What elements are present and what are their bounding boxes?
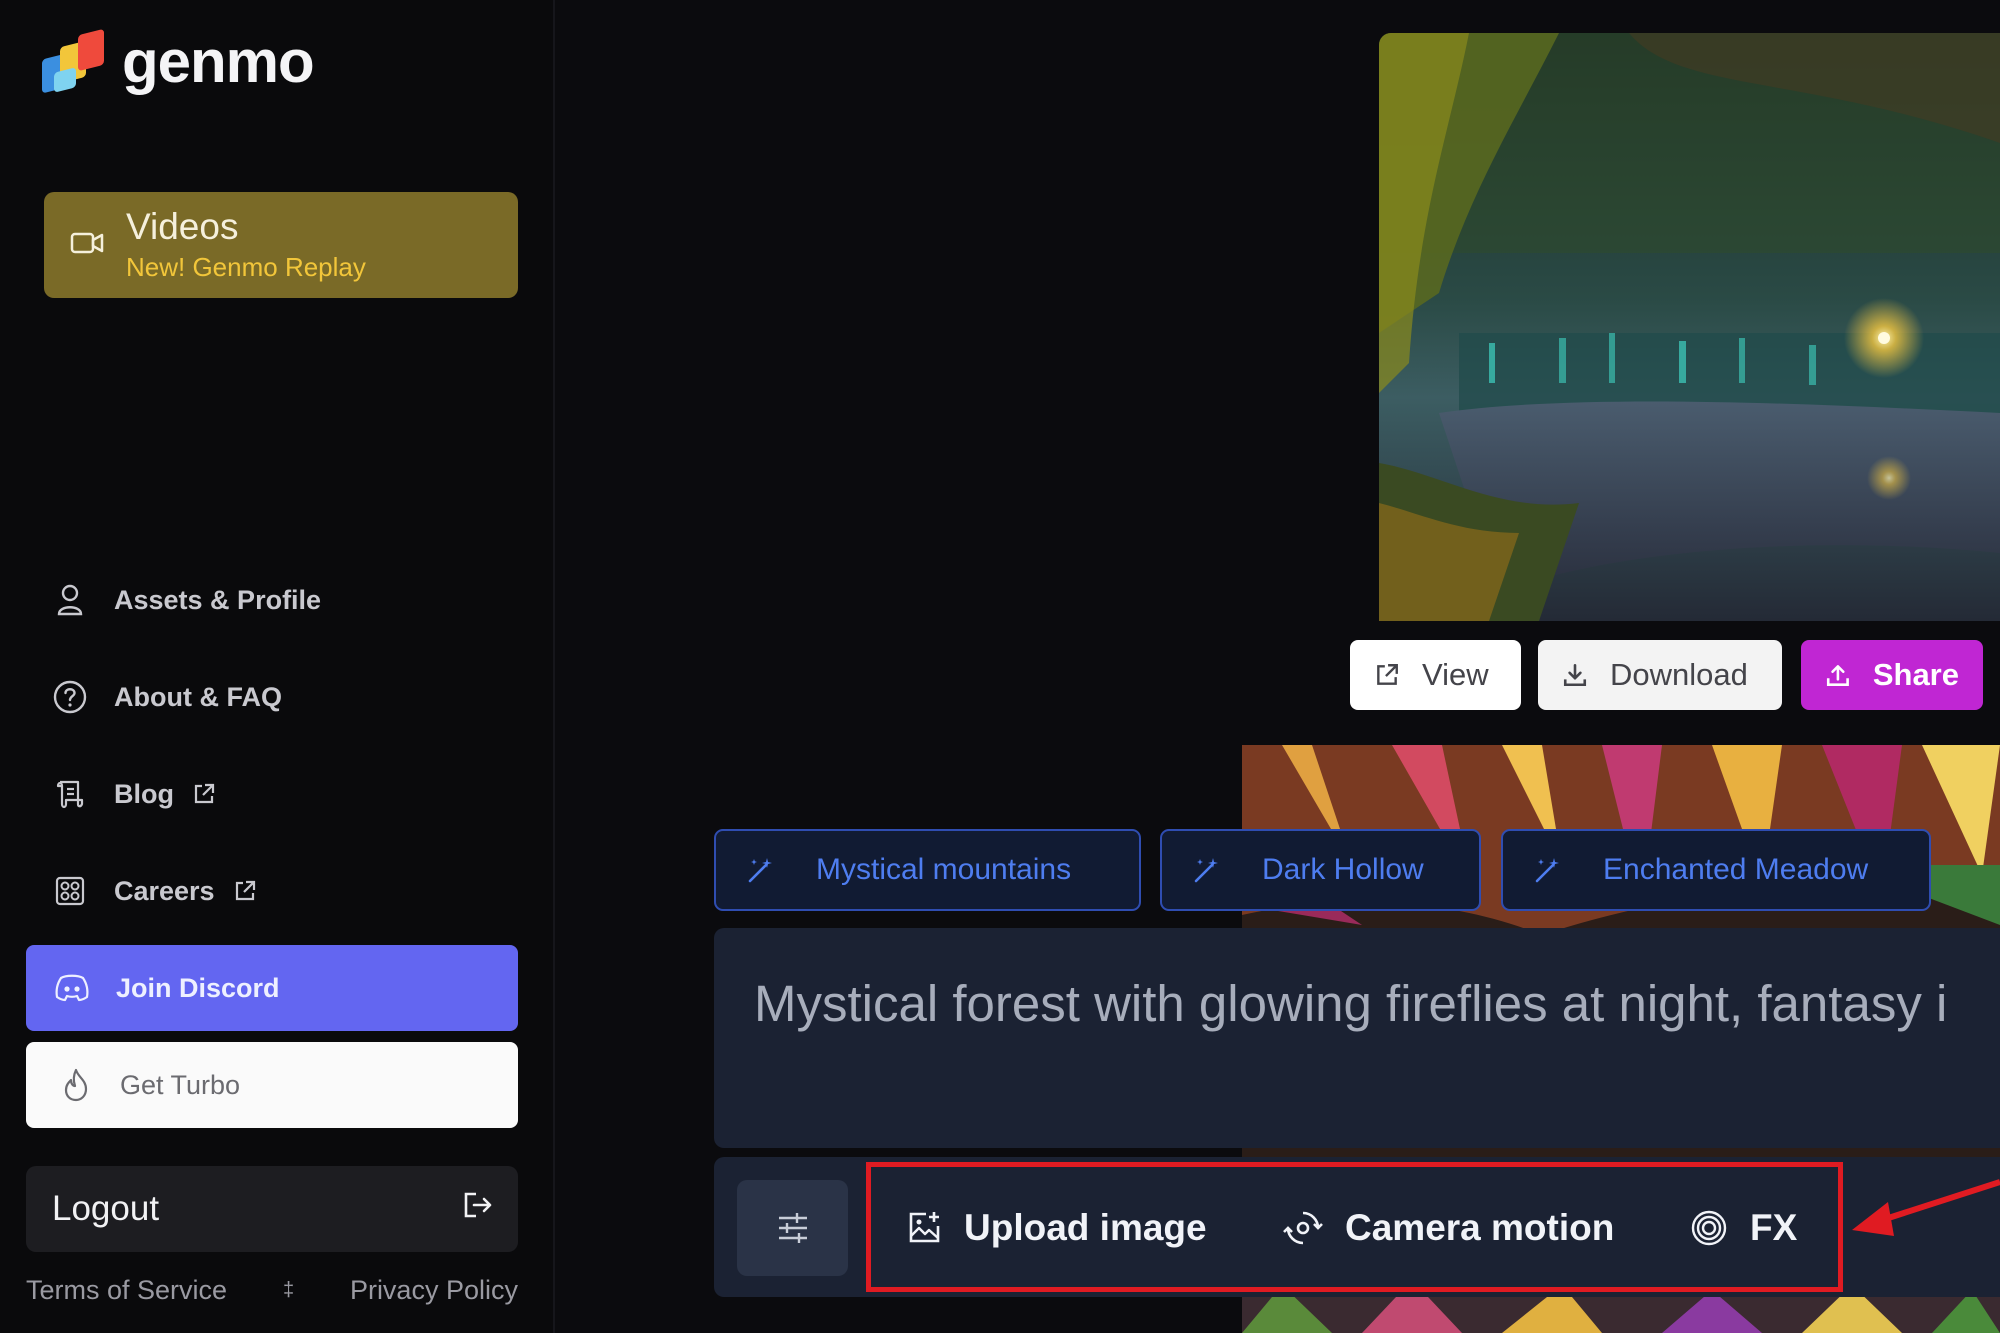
suggestion-chip[interactable]: Dark Hollow xyxy=(1160,829,1481,911)
suggestion-label: Enchanted Meadow xyxy=(1603,853,1869,886)
sliders-icon xyxy=(778,1213,807,1243)
privacy-policy-link[interactable]: Privacy Policy xyxy=(350,1275,518,1306)
sidebar-item-careers[interactable]: Careers xyxy=(48,861,257,921)
videos-subtitle: New! Genmo Replay xyxy=(126,251,366,282)
fire-icon xyxy=(54,1068,98,1102)
sidebar-item-label: About & FAQ xyxy=(114,681,282,712)
suggestion-label: Dark Hollow xyxy=(1262,853,1424,886)
footer-links: Terms of Service ‡ Privacy Policy xyxy=(26,1275,518,1306)
sidebar-item-label: Careers xyxy=(114,875,215,906)
genmo-logo[interactable]: genmo xyxy=(40,28,315,96)
get-turbo-label: Get Turbo xyxy=(120,1069,241,1100)
suggestion-chip[interactable]: Enchanted Meadow xyxy=(1501,829,1931,911)
view-button[interactable]: View xyxy=(1350,640,1521,710)
view-label: View xyxy=(1422,657,1489,692)
logout-label: Logout xyxy=(52,1189,160,1228)
scroll-icon xyxy=(48,778,92,810)
sidebar-item-assets-profile[interactable]: Assets & Profile xyxy=(48,570,321,630)
sidebar-item-blog[interactable]: Blog xyxy=(48,764,216,824)
prompt-input[interactable]: Mystical forest with glowing fireflies a… xyxy=(714,928,2000,1148)
share-label: Share xyxy=(1872,657,1959,692)
join-discord-label: Join Discord xyxy=(116,972,280,1003)
suggestion-chip[interactable]: Mystical mountains xyxy=(714,829,1141,911)
download-label: Download xyxy=(1610,657,1748,692)
question-circle-icon xyxy=(48,680,92,714)
annotation-highlight-box xyxy=(866,1162,1843,1292)
prompt-text: Mystical forest with glowing fireflies a… xyxy=(754,975,1948,1032)
videos-nav-card[interactable]: Videos New! Genmo Replay xyxy=(44,192,518,298)
external-link-icon xyxy=(1377,664,1398,685)
sidebar-item-about-faq[interactable]: About & FAQ xyxy=(48,667,282,727)
video-camera-icon xyxy=(70,230,104,261)
get-turbo-button[interactable]: Get Turbo xyxy=(26,1042,518,1128)
sidebar-item-label: Blog xyxy=(114,778,174,809)
discord-icon xyxy=(50,974,94,1002)
join-discord-button[interactable]: Join Discord xyxy=(26,945,518,1031)
terms-of-service-link[interactable]: Terms of Service xyxy=(26,1275,227,1306)
settings-sliders-button[interactable] xyxy=(737,1180,848,1276)
share-upload-icon xyxy=(1826,665,1849,686)
genmo-wordmark: genmo xyxy=(122,28,315,95)
share-button[interactable]: Share xyxy=(1801,640,1983,710)
careers-icon xyxy=(48,875,92,907)
suggestion-label: Mystical mountains xyxy=(816,853,1072,886)
external-link-icon xyxy=(233,879,257,903)
logout-icon xyxy=(462,1189,494,1229)
magic-wand-icon xyxy=(1194,858,1218,883)
download-icon xyxy=(1563,663,1587,687)
videos-title: Videos xyxy=(126,206,239,248)
external-link-icon xyxy=(192,782,216,806)
genmo-logo-mark xyxy=(40,28,108,96)
annotation-arrow xyxy=(1852,1170,2000,1255)
sidebar-item-label: Assets & Profile xyxy=(114,584,322,615)
download-button[interactable]: Download xyxy=(1538,640,1782,710)
magic-wand-icon xyxy=(1535,858,1559,883)
user-icon xyxy=(48,584,92,616)
magic-wand-icon xyxy=(748,858,772,883)
logout-button[interactable]: Logout xyxy=(26,1166,518,1252)
footer-separator: ‡ xyxy=(282,1279,295,1301)
generated-preview-image[interactable] xyxy=(1379,33,2000,621)
